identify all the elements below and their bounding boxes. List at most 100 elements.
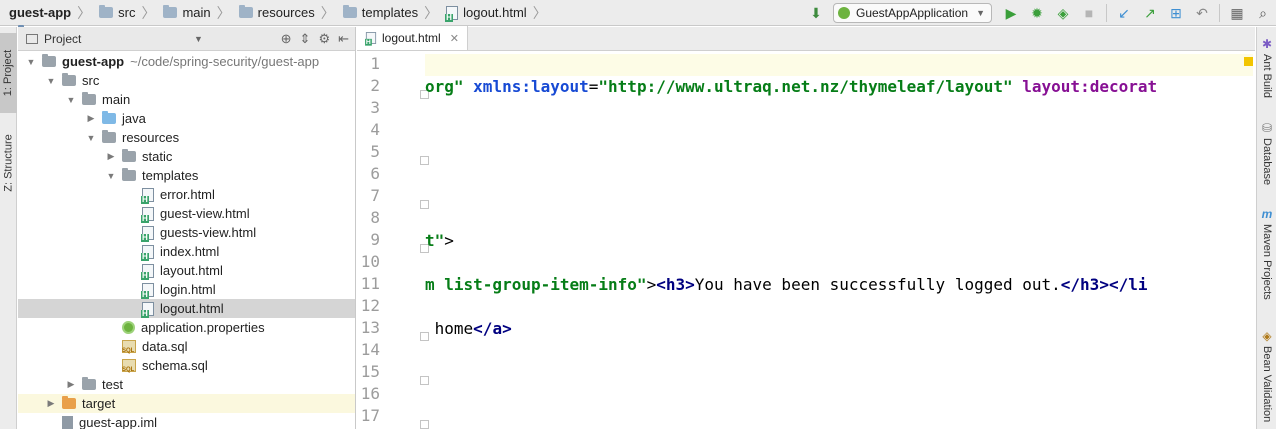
breadcrumb-item[interactable]: templates (339, 0, 420, 26)
code-token: </h3></li (1060, 275, 1148, 294)
tree-item[interactable]: login.html (18, 280, 355, 299)
vcs-history-icon[interactable]: ⊞ (1165, 2, 1187, 24)
tree-item[interactable]: ▼ templates (18, 166, 355, 185)
html-file-icon (141, 301, 154, 318)
chevron-right-icon[interactable]: ▶ (84, 113, 98, 124)
chevron-right-icon[interactable]: ▶ (44, 398, 58, 409)
collapse-icon[interactable]: ⇕ (300, 31, 311, 47)
tab-bean-validation[interactable]: ◈ Bean Validation (1257, 329, 1276, 422)
chevron-right-icon[interactable]: ▶ (64, 379, 78, 390)
revert-icon[interactable]: ↶ (1191, 2, 1213, 24)
iml-file-icon (62, 415, 73, 429)
tree-item-label: guest-app (62, 54, 125, 69)
chevron-down-icon[interactable]: ▼ (104, 171, 118, 181)
project-panel-header: Project ▼ ⊕ ⇕ ⚙ ⇤ (18, 27, 355, 51)
stop-icon[interactable]: ■ (1078, 2, 1100, 24)
chevron-down-icon[interactable]: ▼ (194, 34, 203, 44)
tree-item[interactable]: ▼ guest-app ~/code/spring-security/guest-a… (18, 52, 355, 71)
code-token: home (425, 319, 474, 338)
close-icon[interactable]: ✕ (450, 32, 459, 45)
html-file-icon (365, 32, 377, 46)
tree-item[interactable]: index.html (18, 242, 355, 261)
chevron-down-icon[interactable]: ▼ (24, 57, 38, 67)
tree-item[interactable]: ▼ main (18, 90, 355, 109)
toolbar-separator (1219, 4, 1220, 22)
tree-item[interactable]: ▶ static (18, 147, 355, 166)
tab-structure[interactable]: Z: Structure (0, 121, 17, 205)
breadcrumb-label: main (182, 5, 211, 20)
line-number: 16 (360, 384, 380, 403)
code-token: You have been successfully logged out. (694, 275, 1061, 294)
chevron-down-icon[interactable]: ▼ (84, 133, 98, 143)
database-icon: ⛁ (1261, 121, 1273, 135)
code-token: </a> (473, 319, 512, 338)
breadcrumb-item[interactable]: main (159, 0, 212, 26)
tree-item[interactable]: guests-view.html (18, 223, 355, 242)
debug-icon[interactable]: ✹ (1026, 2, 1048, 24)
breadcrumb-item[interactable]: resources (235, 0, 317, 26)
breadcrumb-item[interactable]: guest-app (0, 0, 356, 429)
chevron-down-icon[interactable]: ▼ (44, 76, 58, 86)
code-token: "http://www.ultraq.net.nz/thymeleaf/layo… (598, 77, 1013, 96)
tab-project[interactable]: 1: Project (0, 33, 17, 113)
tree-item-label: guests-view.html (160, 225, 257, 240)
navigation-bar: guest-app 〉 src 〉 main 〉 resources 〉 templates 〉 l… (0, 0, 1276, 429)
tree-item[interactable]: application.properties (18, 318, 355, 337)
tree-item[interactable]: ▼ resources (18, 128, 355, 147)
module-folder-icon (42, 54, 56, 67)
project-structure-icon[interactable]: ▦ (1226, 2, 1248, 24)
inspection-marker[interactable] (1244, 57, 1253, 66)
project-panel: Project ▼ ⊕ ⇕ ⚙ ⇤ ▼ guest-app ~/code/sprin… (18, 27, 356, 429)
breadcrumb-item[interactable]: logout.html (442, 0, 529, 26)
code-editor[interactable]: org" xmlns:layout="http://www.ultraq.net… (425, 52, 1253, 429)
build-icon[interactable]: ⬇ (805, 2, 827, 24)
tree-item[interactable]: ▶ java (18, 109, 355, 128)
main-toolbar: ⬇ GuestAppApplication ▼ ▶ ✹ ◈ ■ ↙ ↗ ⊞ ↶ … (803, 0, 1276, 26)
vcs-update-icon[interactable]: ↙ (1113, 2, 1135, 24)
line-number: 7 (370, 186, 380, 205)
search-icon[interactable]: ⌕ (1252, 2, 1274, 24)
line-number-gutter: 1 2 3 4 5 6 7 8 9 10 11 12 13 14 15 16 17 (357, 52, 429, 429)
code-line (425, 54, 1253, 76)
tree-item-label: logout.html (160, 301, 224, 316)
tree-item[interactable]: ▼ src (18, 71, 355, 90)
sql-file-icon (122, 359, 136, 373)
settings-icon[interactable]: ⚙ (318, 31, 330, 47)
line-number: 4 (370, 120, 380, 139)
tree-item[interactable]: schema.sql (18, 356, 355, 375)
tree-item[interactable]: layout.html (18, 261, 355, 280)
hide-icon[interactable]: ⇤ (338, 31, 349, 47)
tree-item[interactable]: ▶ target (18, 394, 355, 413)
line-number: 17 (360, 406, 380, 425)
tree-item[interactable]: error.html (18, 185, 355, 204)
tree-item[interactable]: ▶ test (18, 375, 355, 394)
run-configuration-label: GuestAppApplication (856, 6, 969, 20)
tab-logout-html[interactable]: logout.html ✕ (357, 26, 468, 50)
tree-item[interactable]: data.sql (18, 337, 355, 356)
toolbar-separator (1106, 4, 1107, 22)
breadcrumb-item[interactable]: src (95, 0, 137, 26)
editor-tab-bar: logout.html ✕ (357, 26, 1255, 51)
chevron-down-icon[interactable]: ▼ (64, 95, 78, 105)
code-token: <h3> (656, 275, 695, 294)
run-configuration-select[interactable]: GuestAppApplication ▼ (833, 3, 992, 23)
folder-icon (122, 168, 136, 181)
chevron-right-icon[interactable]: ▶ (104, 151, 118, 162)
run-icon[interactable]: ▶ (1000, 2, 1022, 24)
tab-database[interactable]: ⛁ Database (1257, 121, 1276, 185)
tree-item[interactable]: logout.html (18, 299, 355, 318)
coverage-icon[interactable]: ◈ (1052, 2, 1074, 24)
project-panel-title[interactable]: Project (44, 32, 81, 46)
vcs-commit-icon[interactable]: ↗ (1139, 2, 1161, 24)
tree-item[interactable]: guest-app.iml (18, 413, 355, 429)
tree-item[interactable]: guest-view.html (18, 204, 355, 223)
tab-ant-build[interactable]: ✱ Ant Build (1257, 37, 1276, 98)
locate-icon[interactable]: ⊕ (281, 31, 292, 47)
tab-maven-projects[interactable]: m Maven Projects (1257, 207, 1276, 300)
